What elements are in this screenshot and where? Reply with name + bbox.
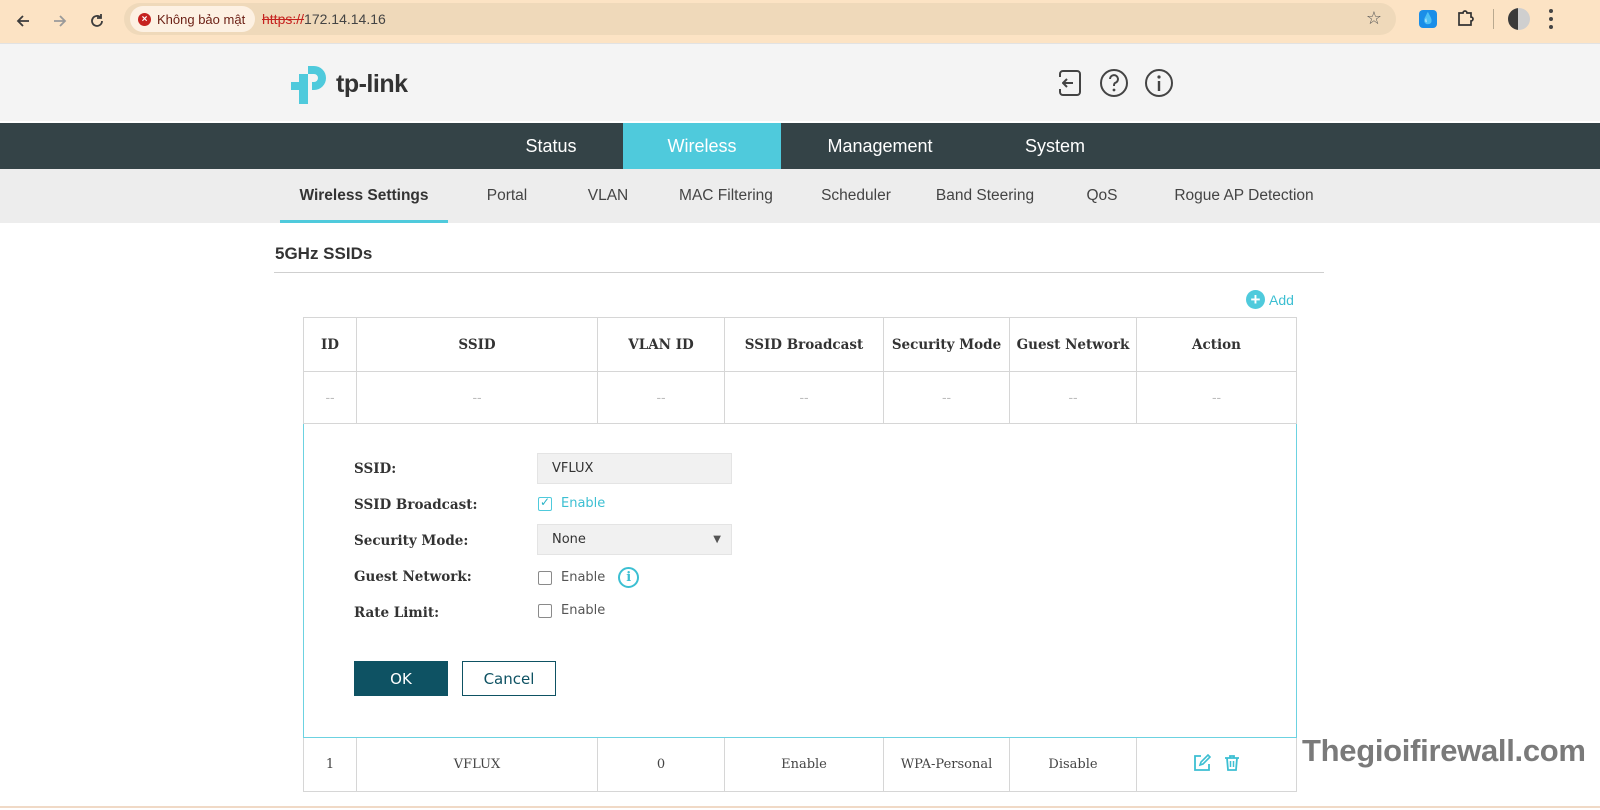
ssid-input[interactable]: VFLUX [537, 453, 732, 484]
ssid-label: SSID: [354, 461, 397, 477]
section-divider [274, 272, 1324, 273]
forward-icon[interactable] [47, 8, 73, 34]
table-cell: -- [597, 371, 725, 424]
browser-toolbar: × Không bảo mật https://172.14.14.16 ☆ 💧 [0, 0, 1600, 43]
profile-avatar[interactable] [1508, 8, 1530, 30]
logo-text: tp-link [336, 69, 408, 98]
sub-nav: Wireless Settings Portal VLAN MAC Filter… [0, 169, 1600, 223]
cell-ssid-broadcast: Enable [724, 737, 884, 792]
bottom-border [0, 806, 1600, 808]
ok-button[interactable]: OK [354, 661, 448, 696]
url-scheme: https:// [262, 11, 305, 27]
ssid-table: ID SSID VLAN ID SSID Broadcast Security … [303, 317, 1297, 792]
subtab-qos[interactable]: QoS [1080, 169, 1124, 223]
add-label: Add [1269, 291, 1294, 308]
ssid-edit-form: SSID: VFLUX SSID Broadcast: Enable Secur… [304, 424, 1296, 737]
subtab-mac-filtering[interactable]: MAC Filtering [670, 169, 782, 223]
table-row: 1 VFLUX 0 Enable WPA-Personal Disable [303, 737, 1297, 792]
watermark-text: Thegioifirewall.com [1302, 733, 1586, 768]
security-mode-label: Security Mode: [354, 533, 469, 549]
col-header-id: ID [303, 317, 357, 372]
back-icon[interactable] [10, 8, 36, 34]
checkbox-checked-icon [538, 495, 552, 511]
table-cell: -- [724, 371, 884, 424]
guest-network-label: Guest Network: [354, 569, 472, 585]
edit-form-cell: SSID: VFLUX SSID Broadcast: Enable Secur… [303, 423, 1297, 738]
app-header: tp-link [0, 43, 1600, 121]
extensions-puzzle-icon[interactable] [1455, 7, 1477, 29]
edit-form-row: SSID: VFLUX SSID Broadcast: Enable Secur… [303, 423, 1297, 738]
guest-network-checkbox[interactable]: Enable i [538, 567, 640, 588]
checkbox-unchecked-icon [538, 570, 552, 585]
col-header-security-mode: Security Mode [883, 317, 1010, 372]
rate-limit-label: Rate Limit: [354, 605, 440, 621]
security-chip[interactable]: × Không bảo mật [130, 6, 256, 32]
rate-limit-option: Enable [561, 603, 606, 618]
tab-status[interactable]: Status [500, 123, 602, 169]
tp-link-logo-icon [291, 66, 326, 104]
tab-system[interactable]: System [1000, 123, 1110, 169]
url-host: 172.14.14.16 [304, 11, 386, 27]
url-text[interactable]: https://172.14.14.16 [262, 11, 386, 27]
subtab-wireless-settings[interactable]: Wireless Settings [280, 169, 448, 223]
info-icon[interactable]: i [618, 567, 640, 588]
tp-link-logo: tp-link [288, 62, 408, 106]
table-row-editing: -- -- -- -- -- -- -- [303, 371, 1297, 424]
security-mode-value: None [552, 532, 586, 547]
not-secure-icon: × [138, 12, 151, 26]
table-cell: -- [303, 371, 357, 424]
edit-icon[interactable] [1193, 753, 1211, 772]
subtab-portal[interactable]: Portal [476, 169, 538, 223]
col-header-vlan-id: VLAN ID [597, 317, 725, 372]
cell-action [1136, 737, 1297, 792]
about-icon[interactable] [1144, 68, 1174, 98]
table-cell: -- [356, 371, 598, 424]
tab-management[interactable]: Management [800, 123, 960, 169]
delete-icon[interactable] [1223, 754, 1241, 772]
subtab-scheduler[interactable]: Scheduler [814, 169, 898, 223]
dropdown-caret-icon: ▼ [713, 534, 721, 545]
logout-icon[interactable] [1055, 68, 1085, 98]
cancel-button[interactable]: Cancel [462, 661, 556, 696]
checkbox-unchecked-icon [538, 603, 552, 618]
ssid-broadcast-option: Enable [561, 496, 606, 511]
security-mode-select[interactable]: None ▼ [537, 524, 732, 555]
col-header-ssid: SSID [356, 317, 598, 372]
table-cell: -- [1009, 371, 1137, 424]
reload-icon[interactable] [84, 8, 110, 34]
ssid-broadcast-checkbox[interactable]: Enable [538, 495, 606, 511]
col-header-action: Action [1136, 317, 1297, 372]
subtab-band-steering[interactable]: Band Steering [928, 169, 1042, 223]
table-header-row: ID SSID VLAN ID SSID Broadcast Security … [303, 317, 1297, 372]
cell-id: 1 [303, 737, 357, 792]
section-title: 5GHz SSIDs [275, 244, 373, 263]
table-cell: -- [883, 371, 1010, 424]
subtab-rogue-ap-detection[interactable]: Rogue AP Detection [1168, 169, 1320, 223]
col-header-ssid-broadcast: SSID Broadcast [724, 317, 884, 372]
security-label: Không bảo mật [157, 11, 246, 27]
subtab-vlan[interactable]: VLAN [580, 169, 636, 223]
table-cell: -- [1136, 371, 1297, 424]
tab-wireless[interactable]: Wireless [623, 123, 781, 169]
address-bar[interactable]: × Không bảo mật https://172.14.14.16 ☆ [124, 3, 1396, 35]
cell-security-mode: WPA-Personal [883, 737, 1010, 792]
help-icon[interactable] [1099, 68, 1129, 98]
extension-drop-icon[interactable]: 💧 [1419, 10, 1437, 28]
cell-guest-network: Disable [1009, 737, 1137, 792]
guest-network-option: Enable [561, 570, 606, 585]
col-header-guest-network: Guest Network [1009, 317, 1137, 372]
rate-limit-checkbox[interactable]: Enable [538, 603, 605, 618]
cell-vlan-id: 0 [597, 737, 725, 792]
bookmark-star-icon[interactable]: ☆ [1366, 8, 1382, 29]
main-nav: Status Wireless Management System [0, 123, 1600, 169]
add-button[interactable]: + Add [1246, 290, 1294, 309]
browser-menu-icon[interactable] [1548, 9, 1554, 29]
ssid-broadcast-label: SSID Broadcast: [354, 497, 478, 513]
plus-circle-icon: + [1246, 290, 1265, 309]
cell-ssid: VFLUX [356, 737, 598, 792]
toolbar-separator [1493, 9, 1494, 29]
